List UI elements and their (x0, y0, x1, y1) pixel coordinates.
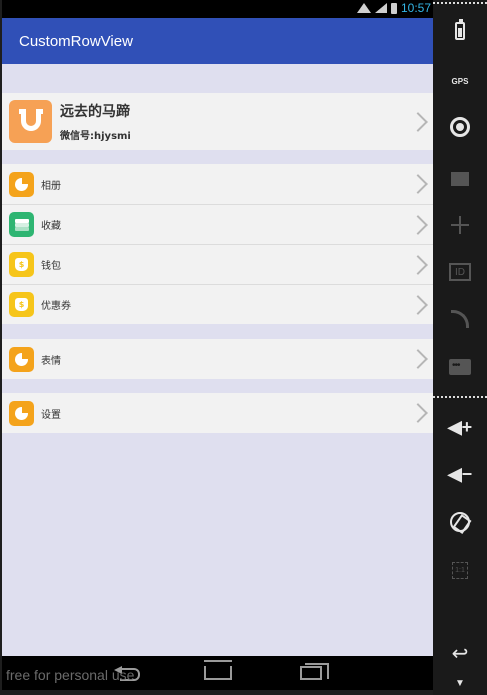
wallet-icon: $ (9, 252, 34, 277)
home-icon[interactable] (204, 660, 232, 680)
volume-down-icon: ◀− (447, 463, 473, 484)
chevron-right-icon (408, 349, 428, 369)
scale-icon: 1:1 (452, 561, 468, 579)
rotate-icon (450, 512, 470, 532)
recent-apps-icon[interactable] (300, 663, 329, 680)
panel-divider (433, 396, 487, 398)
app-bar: CustomRowView (2, 18, 433, 64)
chevron-right-icon (408, 174, 428, 194)
sms-icon (449, 359, 471, 375)
menu-control[interactable]: ▼ (447, 670, 473, 695)
dpad-icon (451, 216, 469, 234)
capture-control[interactable] (447, 166, 473, 192)
panel-divider (433, 2, 487, 4)
camera-control[interactable] (447, 114, 473, 140)
watermark: free for personal use (6, 667, 135, 683)
camera-icon (450, 117, 470, 137)
chevron-down-icon: ▼ (455, 677, 465, 689)
back-control[interactable]: ↩ (447, 640, 473, 666)
id-control[interactable]: ID (447, 259, 473, 285)
id-icon: ID (449, 263, 471, 281)
row-coupon[interactable]: $ 优惠券 (2, 285, 433, 324)
chevron-right-icon (408, 403, 428, 423)
profile-name: 远去的马蹄 (60, 104, 130, 120)
status-time: 10:57 (400, 1, 431, 15)
battery-icon (390, 2, 397, 14)
row-emoji[interactable]: 表情 (2, 339, 433, 379)
emulator-window: 10:57 CustomRowView 远去的马蹄 微信号:hjysmi 相册 (0, 0, 487, 695)
sms-control[interactable] (447, 354, 473, 380)
row-wallet[interactable]: $ 钱包 (2, 245, 433, 284)
battery-control[interactable] (447, 18, 473, 44)
avatar (9, 100, 52, 143)
avatar-logo-icon (18, 108, 43, 131)
back-arrow-icon: ↩ (451, 642, 469, 665)
emulator-side-panel: GPS ID ◀+ ◀− 1:1 ↩ ▼ (433, 0, 487, 695)
status-bar-right: 10:57 (356, 1, 431, 15)
battery-icon (455, 19, 465, 40)
row-settings[interactable]: 设置 (2, 393, 433, 433)
volume-down-control[interactable]: ◀− (447, 461, 473, 487)
rss-icon (451, 310, 469, 328)
settings-icon (9, 400, 34, 426)
emoji-icon (9, 346, 34, 372)
row-album[interactable]: 相册 (2, 164, 433, 204)
status-bar: 10:57 (2, 0, 433, 18)
rotate-control[interactable] (447, 509, 473, 535)
row-label: 相册 (41, 180, 61, 192)
profile-wechat-id: 微信号:hjysmi (60, 131, 131, 142)
dpad-control[interactable] (447, 212, 473, 238)
phone-screen: 10:57 CustomRowView 远去的马蹄 微信号:hjysmi 相册 (2, 0, 433, 690)
app-title: CustomRowView (19, 32, 133, 50)
clapperboard-icon (451, 172, 469, 186)
row-label: 收藏 (41, 221, 61, 232)
row-label: 表情 (41, 355, 61, 367)
row-favorites[interactable]: 收藏 (2, 205, 433, 244)
row-label: 钱包 (41, 261, 61, 272)
profile-row[interactable]: 远去的马蹄 微信号:hjysmi (2, 93, 433, 150)
volume-up-control[interactable]: ◀+ (447, 414, 473, 440)
signal-icon (374, 3, 387, 13)
content-area: 远去的马蹄 微信号:hjysmi 相册 收藏 $ 钱包 $ 优惠券 表情 设置 (2, 64, 433, 656)
album-icon (9, 171, 34, 197)
chevron-right-icon (408, 294, 428, 315)
favorites-icon (9, 212, 34, 237)
chevron-right-icon (408, 214, 428, 235)
gps-icon: GPS (451, 76, 469, 86)
row-label: 优惠券 (41, 301, 71, 312)
scale-control[interactable]: 1:1 (447, 557, 473, 583)
coupon-icon: $ (9, 292, 34, 317)
chevron-right-icon (408, 254, 428, 275)
chevron-right-icon (408, 111, 428, 132)
row-label: 设置 (41, 409, 61, 421)
volume-up-icon: ◀+ (447, 416, 473, 437)
network-control[interactable] (447, 306, 473, 332)
wifi-icon (356, 3, 371, 13)
gps-control[interactable]: GPS (447, 68, 473, 94)
